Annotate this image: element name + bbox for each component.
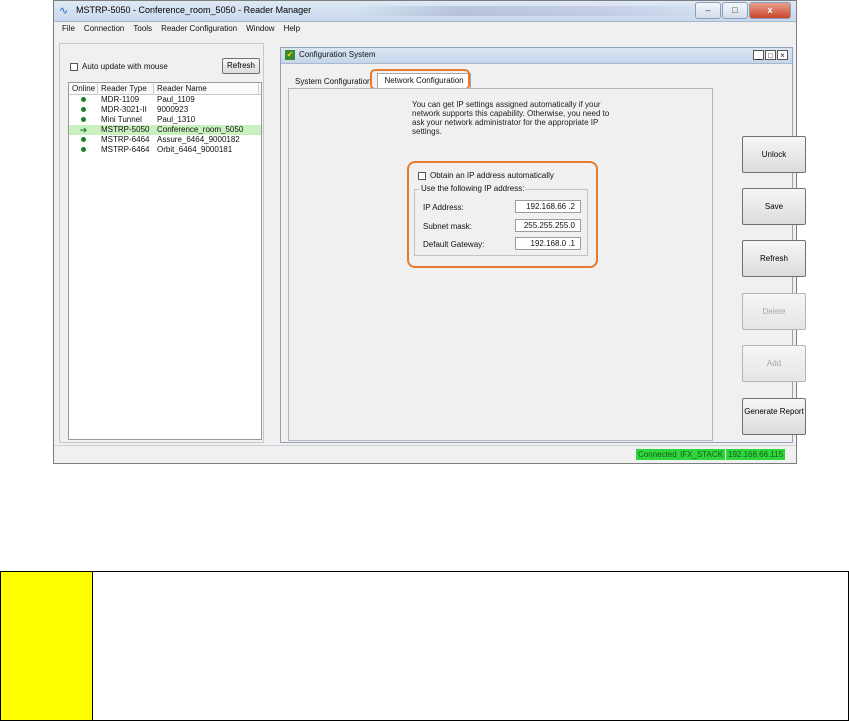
- reader-name: 9000923: [157, 105, 189, 114]
- menu-reader-configuration[interactable]: Reader Configuration: [161, 22, 237, 36]
- window-controls: – □ x: [695, 2, 791, 19]
- menu-help[interactable]: Help: [284, 22, 300, 36]
- table-row[interactable]: MSTRP-6464 Orbit_6464_9000181: [69, 145, 261, 155]
- menu-connection[interactable]: Connection: [84, 22, 124, 36]
- default-gateway-label: Default Gateway:: [423, 240, 485, 249]
- save-button[interactable]: Save: [742, 188, 806, 225]
- generate-report-button[interactable]: Generate Report: [742, 398, 806, 435]
- column-reader-name[interactable]: Reader Name: [154, 83, 259, 94]
- static-ip-group-label: Use the following IP address:: [419, 184, 527, 193]
- config-window-icon: ✔: [285, 50, 295, 60]
- table-row[interactable]: MSTRP-6464 Assure_6464_9000182: [69, 135, 261, 145]
- table-row[interactable]: MDR-1109 Paul_1109: [69, 95, 261, 105]
- reader-name: Conference_room_5050: [157, 125, 244, 134]
- delete-button[interactable]: Delete: [742, 293, 806, 330]
- table-row[interactable]: Mini Tunnel Paul_1310: [69, 115, 261, 125]
- refresh-readers-button[interactable]: Refresh: [222, 58, 260, 74]
- window-title: MSTRP-5050 - Conference_room_5050 - Read…: [76, 5, 312, 15]
- unlock-button[interactable]: Unlock: [742, 136, 806, 173]
- reader-name: Assure_6464_9000182: [157, 135, 240, 144]
- title-bar-reflection: [354, 6, 714, 16]
- note-box: [0, 571, 849, 721]
- menu-tools[interactable]: Tools: [133, 22, 152, 36]
- reader-type: MSTRP-6464: [101, 135, 150, 144]
- config-window-title: Configuration System: [299, 50, 376, 59]
- ip-settings-info-text: You can get IP settings assigned automat…: [412, 100, 610, 136]
- ip-settings-highlight-annotation: Obtain an IP address automatically Use t…: [407, 161, 598, 268]
- reader-type: MDR-1109: [101, 95, 140, 104]
- reader-table: Online Reader Type Reader Name MDR-1109 …: [68, 82, 262, 440]
- menu-bar: File Connection Tools Reader Configurati…: [54, 22, 796, 36]
- configuration-system-window: ✔ Configuration System _ □ × System Conf…: [280, 47, 806, 443]
- host-ip-status: 192.168.66.115: [726, 449, 786, 460]
- minimize-button[interactable]: –: [695, 2, 721, 19]
- config-maximize-button[interactable]: □: [765, 50, 776, 60]
- ip-address-input[interactable]: 192.168.66 .2: [515, 200, 581, 213]
- reader-type: MSTRP-6464: [101, 145, 150, 154]
- column-online[interactable]: Online: [69, 83, 98, 94]
- tab-system-configuration[interactable]: System Configuration: [289, 75, 377, 88]
- reader-type: MSTRP-5050: [101, 125, 150, 134]
- table-row[interactable]: MDR-3021-II 9000923: [69, 105, 261, 115]
- obtain-ip-automatically-option[interactable]: Obtain an IP address automatically: [418, 171, 554, 180]
- reader-list-pane: Auto update with mouse Refresh Online Re…: [59, 43, 264, 443]
- subnet-mask-input[interactable]: 255.255.255.0: [515, 219, 581, 232]
- subnet-mask-row: Subnet mask: 255.255.255.0: [423, 219, 583, 233]
- config-close-button[interactable]: ×: [777, 50, 788, 60]
- online-status-icon: [69, 95, 98, 105]
- auto-update-checkbox[interactable]: [70, 62, 78, 71]
- menu-file[interactable]: File: [62, 22, 75, 36]
- table-row-selected[interactable]: ➔ MSTRP-5050 Conference_room_5050: [69, 125, 261, 135]
- title-bar[interactable]: ∿ MSTRP-5050 - Conference_room_5050 - Re…: [54, 1, 796, 22]
- network-configuration-panel: You can get IP settings assigned automat…: [288, 88, 713, 441]
- maximize-button[interactable]: □: [722, 2, 748, 19]
- config-minimize-button[interactable]: _: [753, 50, 764, 60]
- reader-type: Mini Tunnel: [101, 115, 142, 124]
- status-bar: Connected IFX_STACK 192.168.66.115: [54, 445, 796, 463]
- online-status-icon: [69, 145, 98, 155]
- online-status-icon: [69, 135, 98, 145]
- default-gateway-row: Default Gateway: 192.168.0 .1: [423, 237, 583, 251]
- auto-update-label: Auto update with mouse: [82, 62, 168, 71]
- reader-table-header: Online Reader Type Reader Name: [69, 83, 261, 95]
- auto-update-option[interactable]: Auto update with mouse: [70, 62, 168, 71]
- connection-status: Connected: [636, 449, 679, 460]
- static-ip-group: Use the following IP address: IP Address…: [414, 184, 588, 256]
- column-reader-type[interactable]: Reader Type: [98, 83, 154, 94]
- reader-name: Paul_1310: [157, 115, 196, 124]
- refresh-config-button[interactable]: Refresh: [742, 240, 806, 277]
- close-button[interactable]: x: [749, 2, 791, 19]
- reader-manager-window: ∿ MSTRP-5050 - Conference_room_5050 - Re…: [53, 0, 806, 464]
- obtain-ip-automatically-checkbox[interactable]: [418, 171, 426, 180]
- reader-name: Paul_1109: [157, 95, 195, 104]
- app-icon: ∿: [59, 5, 69, 17]
- current-reader-arrow-icon: ➔: [79, 125, 88, 135]
- ip-address-label: IP Address:: [423, 203, 464, 212]
- tab-highlight-annotation: [370, 69, 470, 90]
- ip-address-row: IP Address: 192.168.66 .2: [423, 200, 583, 214]
- default-gateway-input[interactable]: 192.168.0 .1: [515, 237, 581, 250]
- reader-name: Orbit_6464_9000181: [157, 145, 233, 154]
- add-button[interactable]: Add: [742, 345, 806, 382]
- obtain-ip-automatically-label: Obtain an IP address automatically: [430, 171, 554, 180]
- online-status-icon: [69, 105, 98, 115]
- reader-type: MDR-3021-II: [101, 105, 147, 114]
- stack-status: IFX_STACK: [678, 449, 725, 460]
- menu-window[interactable]: Window: [246, 22, 274, 36]
- online-status-icon: [69, 115, 98, 125]
- note-highlight-marker: [1, 572, 93, 720]
- config-title-bar[interactable]: ✔ Configuration System _ □ ×: [281, 48, 792, 64]
- config-window-controls: _ □ ×: [753, 50, 788, 60]
- subnet-mask-label: Subnet mask:: [423, 222, 472, 231]
